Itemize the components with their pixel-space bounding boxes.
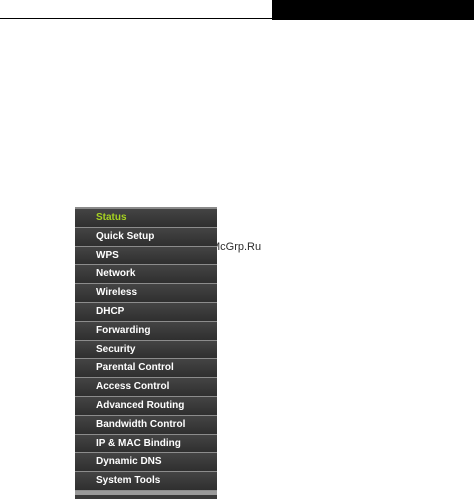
menu-item-ip-mac-binding[interactable]: IP & MAC Binding [75,434,217,454]
header-bar [272,0,474,20]
menu-item-security[interactable]: Security [75,340,217,360]
menu-item-bandwidth-control[interactable]: Bandwidth Control [75,415,217,435]
menu-item-status[interactable]: Status [75,209,217,228]
menu-footer [75,490,217,495]
menu-item-forwarding[interactable]: Forwarding [75,321,217,341]
menu-item-access-control[interactable]: Access Control [75,378,217,397]
menu-item-network[interactable]: Network [75,265,217,285]
menu-item-parental-control[interactable]: Parental Control [75,359,217,379]
menu-item-wireless[interactable]: Wireless [75,284,217,303]
sidebar-menu: Status Quick Setup WPS Network Wireless … [75,207,217,499]
menu-item-advanced-routing[interactable]: Advanced Routing [75,396,217,416]
header-rule [0,18,272,19]
menu-item-quick-setup[interactable]: Quick Setup [75,227,217,247]
watermark-text: McGrp.Ru [211,241,262,253]
menu-item-system-tools[interactable]: System Tools [75,472,217,491]
menu-item-dhcp[interactable]: DHCP [75,302,217,322]
menu-item-wps[interactable]: WPS [75,246,217,266]
menu-item-dynamic-dns[interactable]: Dynamic DNS [75,453,217,473]
